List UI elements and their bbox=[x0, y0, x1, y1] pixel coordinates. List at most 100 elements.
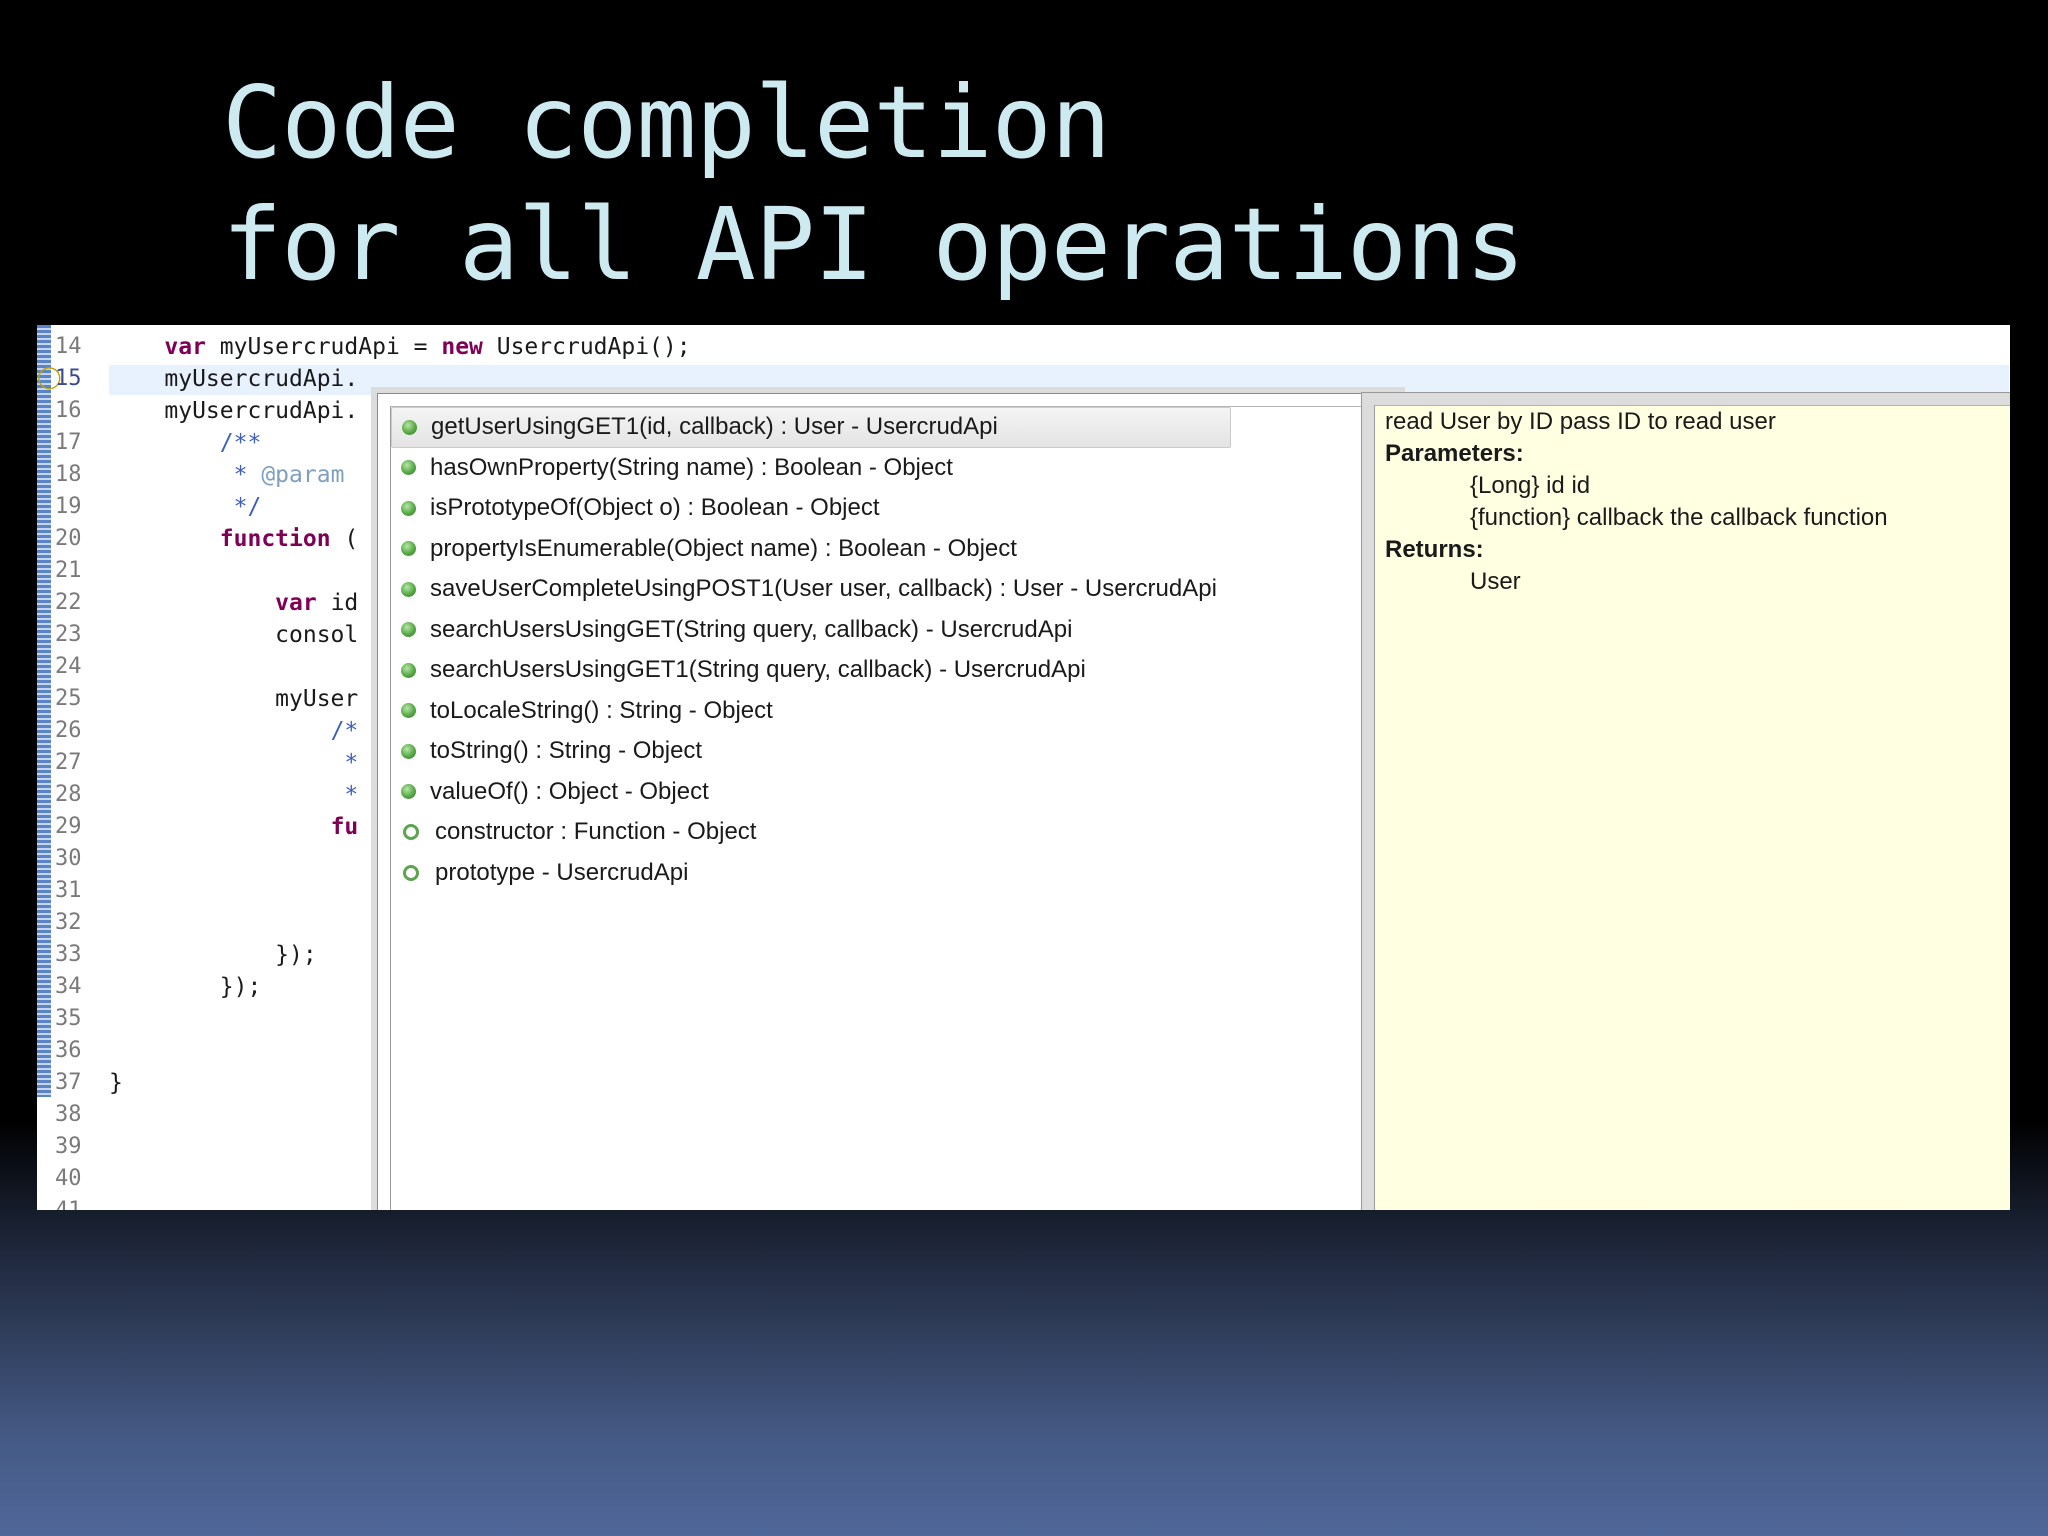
line-number: 33 bbox=[55, 942, 82, 967]
line-number: 41 bbox=[51, 1195, 109, 1210]
proposal-item[interactable]: getUserUsingGET1(id, callback) : User - … bbox=[391, 407, 1231, 448]
line-number: 16 bbox=[55, 398, 82, 423]
public-method-icon bbox=[401, 784, 416, 800]
line-number: 18 bbox=[55, 462, 82, 487]
public-method-icon bbox=[401, 703, 416, 719]
code-line[interactable]: myUsercrudApi. bbox=[109, 363, 429, 395]
line-number: 35 bbox=[55, 1006, 82, 1031]
code-comment: @param bbox=[261, 462, 345, 488]
code-text: myUsercrudApi. bbox=[109, 398, 359, 424]
documentation-content: read User by ID pass ID to read user Par… bbox=[1374, 405, 2010, 1210]
code-comment: * bbox=[344, 782, 359, 808]
code-keyword: function bbox=[219, 526, 331, 552]
public-method-icon bbox=[401, 743, 416, 759]
line-number: 37 bbox=[55, 1070, 82, 1095]
line-number: 20 bbox=[55, 526, 82, 551]
proposal-label: propertyIsEnumerable(Object name) : Bool… bbox=[430, 534, 1017, 562]
line-number: 29 bbox=[55, 814, 82, 839]
line-number: 26 bbox=[55, 718, 82, 743]
public-method-icon bbox=[401, 662, 416, 678]
code-completion-popup[interactable]: getUserUsingGET1(id, callback) : User - … bbox=[377, 393, 1399, 1210]
title-line-1: Code completion bbox=[222, 64, 1111, 181]
proposal-label: valueOf() : Object - Object bbox=[430, 777, 709, 805]
public-field-icon bbox=[403, 824, 419, 841]
line-number: 36 bbox=[55, 1038, 82, 1063]
proposal-item[interactable]: valueOf() : Object - Object bbox=[391, 772, 1383, 813]
proposal-item[interactable]: saveUserCompleteUsingPOST1(User user, ca… bbox=[391, 569, 1383, 610]
proposal-item[interactable]: propertyIsEnumerable(Object name) : Bool… bbox=[391, 529, 1383, 570]
proposal-item[interactable]: toLocaleString() : String - Object bbox=[391, 691, 1383, 732]
line-number: 25 bbox=[55, 686, 82, 711]
public-field-icon bbox=[403, 864, 419, 881]
code-text: UsercrudApi(); bbox=[482, 334, 691, 360]
code-keyword: fu bbox=[330, 814, 359, 840]
proposal-label: hasOwnProperty(String name) : Boolean - … bbox=[430, 453, 953, 481]
line-number: 14 bbox=[55, 334, 82, 359]
code-text: consol bbox=[109, 622, 359, 648]
code-comment: /** bbox=[219, 430, 262, 456]
line-number: 15 bbox=[55, 366, 82, 391]
proposal-label: prototype - UsercrudApi bbox=[435, 858, 689, 886]
proposal-item[interactable]: searchUsersUsingGET1(String query, callb… bbox=[391, 650, 1383, 691]
line-number: 38 bbox=[55, 1102, 82, 1127]
code-comment: */ bbox=[233, 494, 262, 520]
proposal-label: searchUsersUsingGET(String query, callba… bbox=[430, 615, 1073, 643]
code-text: myUsercrudApi. bbox=[109, 366, 359, 392]
title-line-2: for all API operations bbox=[222, 186, 1526, 303]
proposal-list[interactable]: getUserUsingGET1(id, callback) : User - … bbox=[390, 406, 1384, 1210]
public-method-icon bbox=[401, 622, 416, 638]
doc-param-callback: {function} callback the callback functio… bbox=[1470, 504, 1888, 531]
proposal-item[interactable]: isPrototypeOf(Object o) : Boolean - Obje… bbox=[391, 488, 1383, 529]
proposal-label: isPrototypeOf(Object o) : Boolean - Obje… bbox=[430, 494, 880, 522]
proposal-label: saveUserCompleteUsingPOST1(User user, ca… bbox=[430, 575, 1217, 603]
line-number: 23 bbox=[55, 622, 82, 647]
line-number: 19 bbox=[55, 494, 82, 519]
code-line[interactable]: var myUsercrudApi = new UsercrudApi(); bbox=[109, 331, 690, 363]
public-method-icon bbox=[401, 581, 416, 597]
line-number: 28 bbox=[55, 782, 82, 807]
slide-title: Code completion for all API operations bbox=[222, 62, 1526, 306]
overview-ruler[interactable] bbox=[37, 325, 51, 1210]
line-number: 40 bbox=[55, 1166, 82, 1191]
doc-returns-heading: Returns: bbox=[1385, 536, 1484, 563]
line-number: 34 bbox=[55, 974, 82, 999]
proposal-label: constructor : Function - Object bbox=[435, 818, 757, 846]
code-text: myUser bbox=[109, 686, 359, 712]
line-number: 24 bbox=[55, 654, 82, 679]
ide-screenshot: ◯ 14 15 16 17 18 19 20 21 22 23 24 25 26 27 28 29 30 31 32… bbox=[37, 325, 2010, 1210]
proposal-item[interactable]: hasOwnProperty(String name) : Boolean - … bbox=[391, 448, 1383, 489]
line-number: 31 bbox=[55, 878, 82, 903]
proposal-item[interactable]: prototype - UsercrudApi bbox=[391, 853, 1383, 894]
proposal-label: toString() : String - Object bbox=[430, 737, 703, 765]
code-text: myUsercrudApi = bbox=[205, 334, 442, 360]
line-number: 17 bbox=[55, 430, 82, 455]
proposal-item[interactable]: toString() : String - Object bbox=[391, 731, 1383, 772]
public-method-icon bbox=[401, 500, 416, 516]
documentation-popup: read User by ID pass ID to read user Par… bbox=[1362, 393, 2010, 1210]
code-text: }); bbox=[109, 974, 262, 1000]
proposal-label: getUserUsingGET1(id, callback) : User - … bbox=[431, 413, 998, 441]
line-number: 39 bbox=[55, 1134, 82, 1159]
code-text: id bbox=[316, 590, 359, 616]
proposal-label: searchUsersUsingGET1(String query, callb… bbox=[430, 656, 1086, 684]
doc-summary: read User by ID pass ID to read user bbox=[1385, 408, 1776, 435]
public-method-icon bbox=[401, 460, 416, 476]
public-method-icon bbox=[402, 419, 417, 435]
code-keyword: var bbox=[275, 590, 317, 616]
proposal-item[interactable]: constructor : Function - Object bbox=[391, 812, 1383, 853]
doc-param-id: {Long} id id bbox=[1470, 472, 1591, 499]
proposal-item[interactable]: searchUsersUsingGET(String query, callba… bbox=[391, 610, 1383, 651]
public-method-icon bbox=[401, 541, 416, 557]
code-comment: /* bbox=[330, 718, 359, 744]
code-comment: * bbox=[344, 750, 359, 776]
line-number: 32 bbox=[55, 910, 82, 935]
